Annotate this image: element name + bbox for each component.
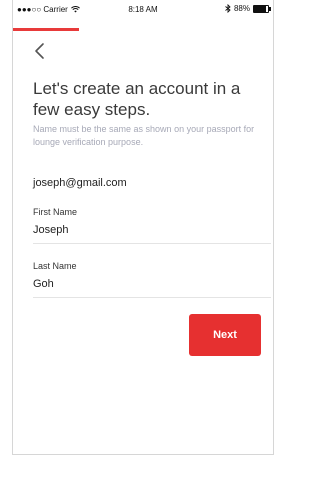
- page-title: Let's create an account in a few easy st…: [33, 79, 241, 119]
- status-bar: ●●●○○ Carrier 8:18 AM 88%: [13, 0, 273, 20]
- first-name-field[interactable]: [33, 224, 253, 236]
- battery-fill: [254, 5, 267, 12]
- first-name-label: First Name: [33, 207, 78, 217]
- next-button[interactable]: Next: [189, 314, 261, 356]
- first-name-underline: [33, 243, 271, 244]
- progress-track: [13, 28, 275, 31]
- progress-fill: [13, 28, 79, 31]
- last-name-label: Last Name: [33, 261, 77, 271]
- passport-hint: Name must be the same as shown on your p…: [33, 124, 255, 147]
- battery-percent: 88%: [233, 4, 250, 13]
- chevron-left-icon[interactable]: [33, 42, 47, 60]
- last-name-underline: [33, 297, 271, 298]
- battery-icon: [253, 4, 271, 13]
- status-right-group: 88%: [225, 4, 271, 13]
- last-name-field[interactable]: [33, 278, 253, 290]
- bluetooth-icon: [225, 4, 231, 13]
- email-display: joseph@gmail.com: [33, 177, 127, 189]
- app-screen: ●●●○○ Carrier 8:18 AM 88% Let's create a…: [12, 0, 274, 455]
